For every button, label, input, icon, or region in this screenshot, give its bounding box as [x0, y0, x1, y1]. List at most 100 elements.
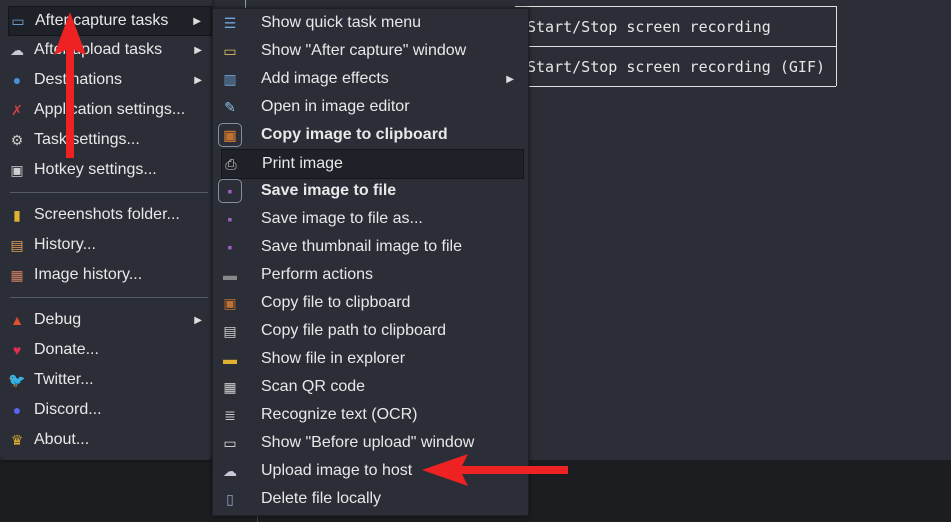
- hotkey-table: Start/Stop screen recording Start/Stop s…: [515, 6, 837, 87]
- chevron-right-icon: ▶: [506, 73, 514, 85]
- menu-item-save-image-to-file[interactable]: ▪ Save image to file: [218, 177, 524, 205]
- menu-separator: [10, 297, 208, 298]
- menu-item-about[interactable]: ♛ About...: [8, 426, 212, 454]
- menu-separator: [10, 192, 208, 193]
- menu-item-label: Upload image to host: [261, 462, 413, 479]
- annotation-arrow-up: [54, 12, 86, 158]
- menu-item-show-file-in-explorer[interactable]: ▬ Show file in explorer: [221, 345, 524, 373]
- menu-item-label: Twitter...: [34, 371, 94, 388]
- divider: [245, 0, 246, 8]
- cloud-upload-icon: ☁: [10, 41, 24, 58]
- menu-item-hotkey-settings[interactable]: ▣ Hotkey settings...: [8, 156, 212, 184]
- menu-item-label: Screenshots folder...: [34, 206, 180, 223]
- tray-context-menu: ▭ After capture tasks ▶ ☁ After upload tasks…: [0, 0, 212, 460]
- qr-code-icon: ▦: [223, 378, 237, 395]
- menu-item-label: Discord...: [34, 401, 102, 418]
- menu-item-twitter[interactable]: 🐦 Twitter...: [8, 366, 212, 394]
- capture-tasks-icon: ▭: [11, 12, 25, 29]
- heart-icon: ♥: [12, 342, 22, 358]
- image-editor-icon: ✎: [224, 98, 236, 115]
- menu-item-history[interactable]: ▤ History...: [8, 231, 212, 259]
- menu-item-image-history[interactable]: ▦ Image history...: [8, 261, 212, 289]
- menu-item-donate[interactable]: ♥ Donate...: [8, 336, 212, 364]
- hotkey-row[interactable]: Start/Stop screen recording: [515, 6, 836, 46]
- menu-item-label: Image history...: [34, 266, 143, 283]
- menu-item-destinations[interactable]: ● Destinations ▶: [8, 66, 212, 94]
- menu-item-label: Print image: [262, 155, 343, 172]
- menu-item-label: Show quick task menu: [261, 14, 422, 31]
- menu-item-label: Copy file path to clipboard: [261, 322, 446, 339]
- menu-item-scan-qr-code[interactable]: ▦ Scan QR code: [221, 373, 524, 401]
- menu-item-open-in-image-editor[interactable]: ✎ Open in image editor: [221, 93, 524, 121]
- menu-item-label: Show "After capture" window: [261, 42, 467, 59]
- menu-item-label: Copy image to clipboard: [261, 126, 448, 143]
- window-icon: ▭: [223, 42, 237, 59]
- menu-item-print-image[interactable]: ⎙ Print image: [221, 149, 524, 179]
- folder-icon: ▮: [13, 206, 21, 223]
- menu-item-label: Perform actions: [261, 266, 374, 283]
- chevron-right-icon: ▶: [194, 314, 202, 326]
- menu-item-label: Add image effects: [261, 70, 389, 87]
- clipboard-icon: ▣: [218, 123, 242, 147]
- menu-item-task-settings[interactable]: ⚙ Task settings...: [8, 126, 212, 154]
- menu-item-after-capture-tasks[interactable]: ▭ After capture tasks ▶: [8, 6, 212, 36]
- chevron-right-icon: ▶: [193, 15, 201, 27]
- save-thumbnail-icon: ▪: [227, 239, 233, 255]
- tools-icon: ✗: [11, 101, 23, 118]
- menu-item-save-thumbnail-image-to-file[interactable]: ▪ Save thumbnail image to file: [221, 233, 524, 261]
- menu-item-debug[interactable]: ▲ Debug ▶: [8, 306, 212, 334]
- hotkey-row[interactable]: Start/Stop screen recording (GIF): [515, 46, 836, 87]
- menu-item-application-settings[interactable]: ✗ Application settings...: [8, 96, 212, 124]
- printer-icon: ⎙: [225, 155, 237, 172]
- keyboard-key-icon: ▣: [10, 161, 24, 178]
- menu-item-label: Save thumbnail image to file: [261, 238, 462, 255]
- discord-icon: ●: [12, 402, 22, 418]
- menu-item-delete-file-locally[interactable]: ▯ Delete file locally: [221, 485, 524, 513]
- menu-item-label: About...: [34, 431, 90, 448]
- menu-item-label: Save image to file as...: [261, 210, 423, 227]
- menu-item-label: Donate...: [34, 341, 99, 358]
- quick-task-menu-icon: ☰: [223, 14, 237, 31]
- menu-item-screenshots-folder[interactable]: ▮ Screenshots folder...: [8, 201, 212, 229]
- before-upload-window-icon: ▭: [223, 434, 237, 451]
- menu-item-label: Copy file to clipboard: [261, 294, 411, 311]
- folder-icon: ▬: [223, 351, 237, 367]
- save-as-icon: ▪: [227, 211, 233, 227]
- gear-icon: ⚙: [10, 131, 24, 148]
- menu-item-show-after-capture-window[interactable]: ▭ Show "After capture" window: [221, 37, 524, 65]
- menu-item-recognize-text-ocr[interactable]: ≣ Recognize text (OCR): [221, 401, 524, 429]
- history-icon: ▤: [10, 236, 24, 253]
- menu-item-save-image-to-file-as[interactable]: ▪ Save image to file as...: [221, 205, 524, 233]
- terminal-icon: ▬: [223, 267, 237, 283]
- menu-item-copy-file-path-to-clipboard[interactable]: ▤ Copy file path to clipboard: [221, 317, 524, 345]
- copy-path-icon: ▤: [223, 322, 237, 339]
- menu-item-after-upload-tasks[interactable]: ☁ After upload tasks ▶: [8, 36, 212, 64]
- menu-item-label: Show "Before upload" window: [261, 434, 475, 451]
- floppy-disk-icon: ▪: [218, 179, 242, 203]
- menu-item-label: Delete file locally: [261, 490, 382, 507]
- menu-item-perform-actions[interactable]: ▬ Perform actions: [221, 261, 524, 289]
- image-history-icon: ▦: [10, 266, 24, 283]
- twitter-icon: 🐦: [8, 371, 26, 388]
- debug-cone-icon: ▲: [10, 312, 24, 328]
- image-effects-icon: ▥: [223, 70, 237, 87]
- menu-item-copy-file-to-clipboard[interactable]: ▣ Copy file to clipboard: [221, 289, 524, 317]
- menu-item-label: Save image to file: [261, 182, 397, 199]
- after-capture-tasks-submenu: ☰ Show quick task menu ▭ Show "After captur…: [212, 8, 529, 516]
- menu-item-show-quick-task-menu[interactable]: ☰ Show quick task menu: [221, 9, 524, 37]
- cloud-upload-icon: ☁: [223, 462, 237, 479]
- menu-item-add-image-effects[interactable]: ▥ Add image effects ▶: [221, 65, 524, 93]
- menu-item-label: Show file in explorer: [261, 350, 406, 367]
- crown-icon: ♛: [10, 431, 24, 448]
- chevron-right-icon: ▶: [194, 44, 202, 56]
- chevron-right-icon: ▶: [194, 74, 202, 86]
- menu-item-label: Open in image editor: [261, 98, 410, 115]
- delete-file-icon: ▯: [226, 490, 234, 507]
- menu-item-copy-image-to-clipboard[interactable]: ▣ Copy image to clipboard: [218, 121, 524, 149]
- menu-item-discord[interactable]: ● Discord...: [8, 396, 212, 424]
- ocr-icon: ≣: [224, 406, 236, 423]
- destinations-icon: ●: [12, 72, 22, 88]
- annotation-arrow-left: [422, 454, 568, 486]
- menu-item-label: Hotkey settings...: [34, 161, 157, 178]
- copy-file-icon: ▣: [223, 294, 237, 311]
